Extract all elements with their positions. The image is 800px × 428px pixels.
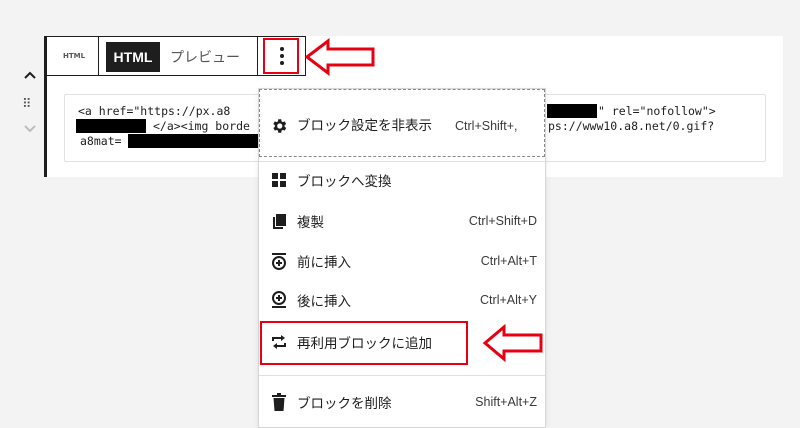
focus-outline [259,89,545,157]
block-type-icon[interactable]: HTML [52,38,96,74]
menu-item-label: ブロックへ変換 [297,174,392,190]
highlight-box-more-options [263,38,299,74]
menu-item-insert-before[interactable]: 前に挿入 Ctrl+Alt+T [269,250,537,272]
menu-item-duplicate[interactable]: 複製 Ctrl+Shift+D [269,210,537,232]
highlight-box-reusable [260,321,468,365]
menu-item-convert[interactable]: ブロックへ変換 [269,169,537,191]
code-text: " rel="nofollow"> [598,104,716,118]
menu-item-label: ブロックを削除 [297,396,392,412]
tab-preview[interactable]: プレビュー [170,42,240,72]
toolbar-divider [98,37,99,75]
red-arrow-icon [482,324,543,362]
menu-divider [259,161,545,162]
red-arrow-icon [304,38,375,76]
code-text: a8mat= [80,134,122,148]
redacted-text [547,104,597,118]
duplicate-icon [269,211,289,231]
move-up-icon[interactable] [22,67,38,83]
menu-item-label: 複製 [297,215,324,231]
menu-item-label: 前に挿入 [297,255,351,271]
menu-item-shortcut: Shift+Alt+Z [475,395,537,409]
code-text: <a href="https://px.a8 [78,104,231,118]
redacted-text [128,134,260,148]
move-down-icon[interactable] [22,122,38,136]
insert-after-icon [269,290,289,310]
menu-item-remove-block[interactable]: ブロックを削除 Shift+Alt+Z [269,391,537,413]
code-text: </a><img borde [153,119,250,133]
menu-divider [259,375,545,376]
grid-icon [269,170,289,190]
menu-item-label: 後に挿入 [297,294,351,310]
trash-icon [269,392,289,412]
code-text: ps://www10.a8.net/0.gif? [548,119,715,133]
toolbar-divider [257,37,258,75]
insert-before-icon [269,251,289,271]
menu-item-insert-after[interactable]: 後に挿入 Ctrl+Alt+Y [269,289,537,311]
redacted-text [76,119,146,133]
menu-item-shortcut: Ctrl+Alt+T [480,254,537,268]
tab-html[interactable]: HTML [106,42,160,72]
menu-item-shortcut: Ctrl+Alt+Y [480,293,537,307]
menu-item-shortcut: Ctrl+Shift+D [468,214,537,228]
drag-handle-icon[interactable]: ⠿ [22,98,32,111]
